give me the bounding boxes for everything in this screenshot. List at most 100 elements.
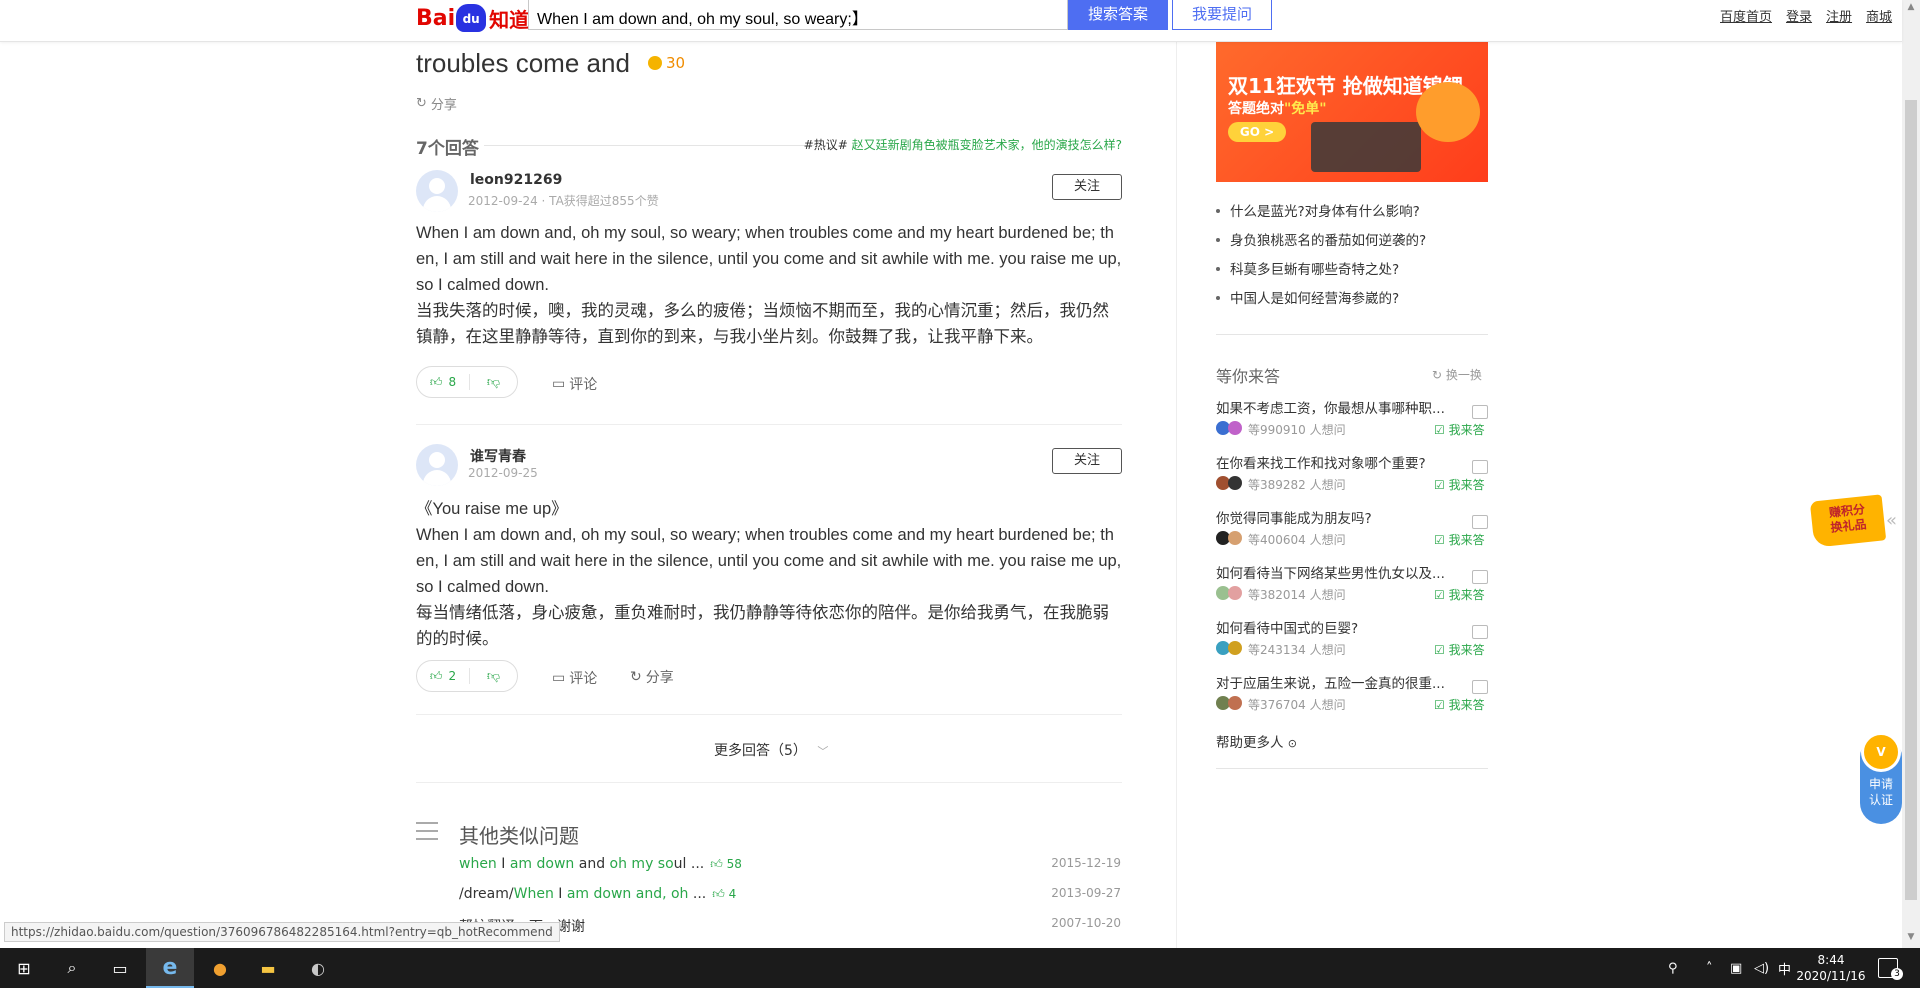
scroll-down-icon[interactable]: ▼ xyxy=(1905,932,1917,946)
answer-now-button[interactable]: ☑ 我来答 xyxy=(1434,696,1485,713)
comment-button[interactable]: ▭ 评论 xyxy=(552,668,597,688)
similar-question-text[interactable]: /dream/When I am down and, oh ... 👍︎ 4 xyxy=(459,886,736,902)
hot-topic[interactable]: #热议# 赵又廷新剧角色被瓶变脸艺术家，他的演技怎么样? xyxy=(804,136,1122,153)
hot-question-item[interactable]: 中国人是如何经营海参崴的? xyxy=(1216,287,1488,307)
taskbar-clock[interactable]: 8:44 2020/11/16 xyxy=(1796,952,1866,984)
tray-volume-icon[interactable]: ◁) xyxy=(1754,948,1769,988)
answer-now-button[interactable]: ☑ 我来答 xyxy=(1434,531,1485,548)
scroll-up-icon[interactable]: ▲ xyxy=(1905,2,1917,16)
waiting-question-text[interactable]: 你觉得同事能成为朋友吗? xyxy=(1216,507,1456,527)
thumb-down-icon: 👎︎ xyxy=(486,374,501,390)
answer-item: leon921269 2012-09-24 · TA获得超过855个赞 关注 W… xyxy=(416,170,1122,410)
waiting-question-text[interactable]: 对于应届生来说，五险一金真的很重... xyxy=(1216,672,1456,692)
cert-line2: 认证 xyxy=(1868,793,1893,807)
hot-question-item[interactable]: 什么是蓝光?对身体有什么影响? xyxy=(1216,200,1488,220)
network-app-icon[interactable]: ◐ xyxy=(294,948,342,988)
asker-avatars xyxy=(1216,421,1246,435)
dislike-button[interactable]: 👎︎ xyxy=(470,669,517,684)
banner-subtitle-a: 答题绝对 xyxy=(1228,101,1284,117)
link-login[interactable]: 登录 xyxy=(1786,6,1812,25)
similar-question-date: 2013-09-27 xyxy=(1051,886,1121,900)
avatar[interactable] xyxy=(416,170,458,212)
waiting-answers-title: 等你来答 xyxy=(1216,367,1281,386)
more-answers-button[interactable]: 更多回答（5） ﹀ xyxy=(714,740,828,760)
similar-question-date: 2015-12-19 xyxy=(1051,856,1121,870)
comment-icon: ▭ xyxy=(552,376,566,392)
answer-now-button[interactable]: ☑ 我来答 xyxy=(1434,641,1485,658)
search-input[interactable]: When I am down and, oh my soul, so weary… xyxy=(528,0,1068,30)
avatar[interactable] xyxy=(416,444,458,486)
help-more-link[interactable]: 帮助更多人 ⊙ xyxy=(1216,731,1297,751)
share-question-button[interactable]: ↻ 分享 xyxy=(416,94,457,113)
link-register[interactable]: 注册 xyxy=(1826,6,1852,25)
refresh-button[interactable]: ↻ 换一换 xyxy=(1432,366,1482,383)
apply-certification-widget[interactable]: V 申请 认证 xyxy=(1860,732,1902,824)
status-bar-url: https://zhidao.baidu.com/question/376096… xyxy=(4,922,560,942)
thumb-up-icon: 👍︎ xyxy=(429,668,443,683)
cert-line1: 申请 xyxy=(1868,777,1893,791)
ie-browser-icon[interactable]: e xyxy=(146,948,194,988)
tray-person-icon[interactable]: ⚲ xyxy=(1668,948,1678,988)
edit-icon: ☑ xyxy=(1434,643,1449,657)
windows-start-icon[interactable]: ⊞ xyxy=(0,948,48,988)
banner-go-button[interactable]: GO > xyxy=(1228,122,1286,142)
like-button[interactable]: 👍︎ 8 xyxy=(417,375,469,390)
hot-question-item[interactable]: 身负狼桃恶名的番茄如何逆袭的? xyxy=(1216,229,1488,249)
like-count: 8 xyxy=(448,375,457,389)
comment-button[interactable]: ▭ 评论 xyxy=(552,374,597,394)
promo-banner[interactable]: 双11狂欢节 抢做知道锦鲤 答题绝对"免单" GO > xyxy=(1216,42,1488,182)
text-cursor: 】 xyxy=(851,11,868,28)
avatar xyxy=(1228,421,1242,435)
tray-network-icon[interactable]: ▣ xyxy=(1730,948,1742,988)
answer-now-label: 我来答 xyxy=(1448,478,1485,492)
waiting-question-text[interactable]: 如果不考虑工资，你最想从事哪种职... xyxy=(1216,397,1456,417)
answer-content: When I am down and, oh my soul, so weary… xyxy=(416,220,1122,350)
hot-question-item[interactable]: 科莫多巨蜥有哪些奇特之处? xyxy=(1216,258,1488,278)
file-explorer-icon[interactable]: ▬ xyxy=(244,948,292,988)
answer-now-button[interactable]: ☑ 我来答 xyxy=(1434,586,1485,603)
follow-button[interactable]: 关注 xyxy=(1052,448,1122,474)
link-mall[interactable]: 商城 xyxy=(1866,6,1892,25)
vote-control: 👍︎ 8 👎︎ xyxy=(416,366,518,398)
comment-icon: ▭ xyxy=(552,670,566,686)
scrollbar-thumb[interactable] xyxy=(1905,100,1917,900)
waiting-question-text[interactable]: 在你看来找工作和找对象哪个重要? xyxy=(1216,452,1456,472)
image-icon xyxy=(1472,570,1488,584)
image-icon xyxy=(1472,515,1488,529)
similar-question-fragment: ul ... xyxy=(673,856,705,872)
dislike-button[interactable]: 👎︎ xyxy=(470,375,517,390)
column-divider xyxy=(1176,42,1177,952)
points-gift-widget[interactable]: 赚积分 换礼品 xyxy=(1809,494,1887,548)
answer-username[interactable]: 谁写青春 xyxy=(470,446,526,466)
edit-icon: ☑ xyxy=(1434,588,1449,602)
tray-chevron-up-icon[interactable]: ˄ xyxy=(1706,948,1713,988)
baidu-zhidao-logo[interactable]: Bai du 知道 xyxy=(416,4,529,32)
waiting-question-text[interactable]: 如何看待中国式的巨婴? xyxy=(1216,617,1456,637)
thumb-up-icon: 👍︎ xyxy=(429,374,443,389)
logo-bai: Bai xyxy=(416,5,456,31)
answer-now-button[interactable]: ☑ 我来答 xyxy=(1434,476,1485,493)
follow-button[interactable]: 关注 xyxy=(1052,174,1122,200)
similar-question-fragment: when xyxy=(459,856,497,872)
hot-topic-link[interactable]: 赵又廷新剧角色被瓶变脸艺术家，他的演技怎么样? xyxy=(852,138,1122,152)
refresh-icon: ↻ xyxy=(1432,368,1446,382)
ask-question-button[interactable]: 我要提问 xyxy=(1172,0,1272,30)
similar-questions-title: 其他类似问题 xyxy=(459,824,579,848)
waiting-count: 等243134 人想问 xyxy=(1248,643,1346,657)
image-icon xyxy=(1472,625,1488,639)
search-icon[interactable]: ⌕ xyxy=(48,948,96,988)
answer-username[interactable]: leon921269 xyxy=(470,172,562,188)
waiting-question-text[interactable]: 如何看待当下网络某些男性仇女以及... xyxy=(1216,562,1456,582)
share-answer-button[interactable]: ↻ 分享 xyxy=(630,667,674,687)
arrow-circle-icon: ⊙ xyxy=(1287,737,1298,750)
search-answers-button[interactable]: 搜索答案 xyxy=(1068,0,1168,30)
like-button[interactable]: 👍︎ 2 xyxy=(417,669,469,684)
collapse-arrow-icon[interactable]: « xyxy=(1886,510,1897,531)
answer-now-button[interactable]: ☑ 我来答 xyxy=(1434,421,1485,438)
task-view-icon[interactable]: ▭ xyxy=(96,948,144,988)
tray-ime[interactable]: 中 xyxy=(1778,948,1791,988)
users-app-icon[interactable]: ● xyxy=(196,948,244,988)
link-baidu-home[interactable]: 百度首页 xyxy=(1720,6,1772,25)
similar-question-text[interactable]: when I am down and oh my soul ... 👍︎ 58 xyxy=(459,856,742,872)
hot-tag: #热议# xyxy=(803,138,848,152)
